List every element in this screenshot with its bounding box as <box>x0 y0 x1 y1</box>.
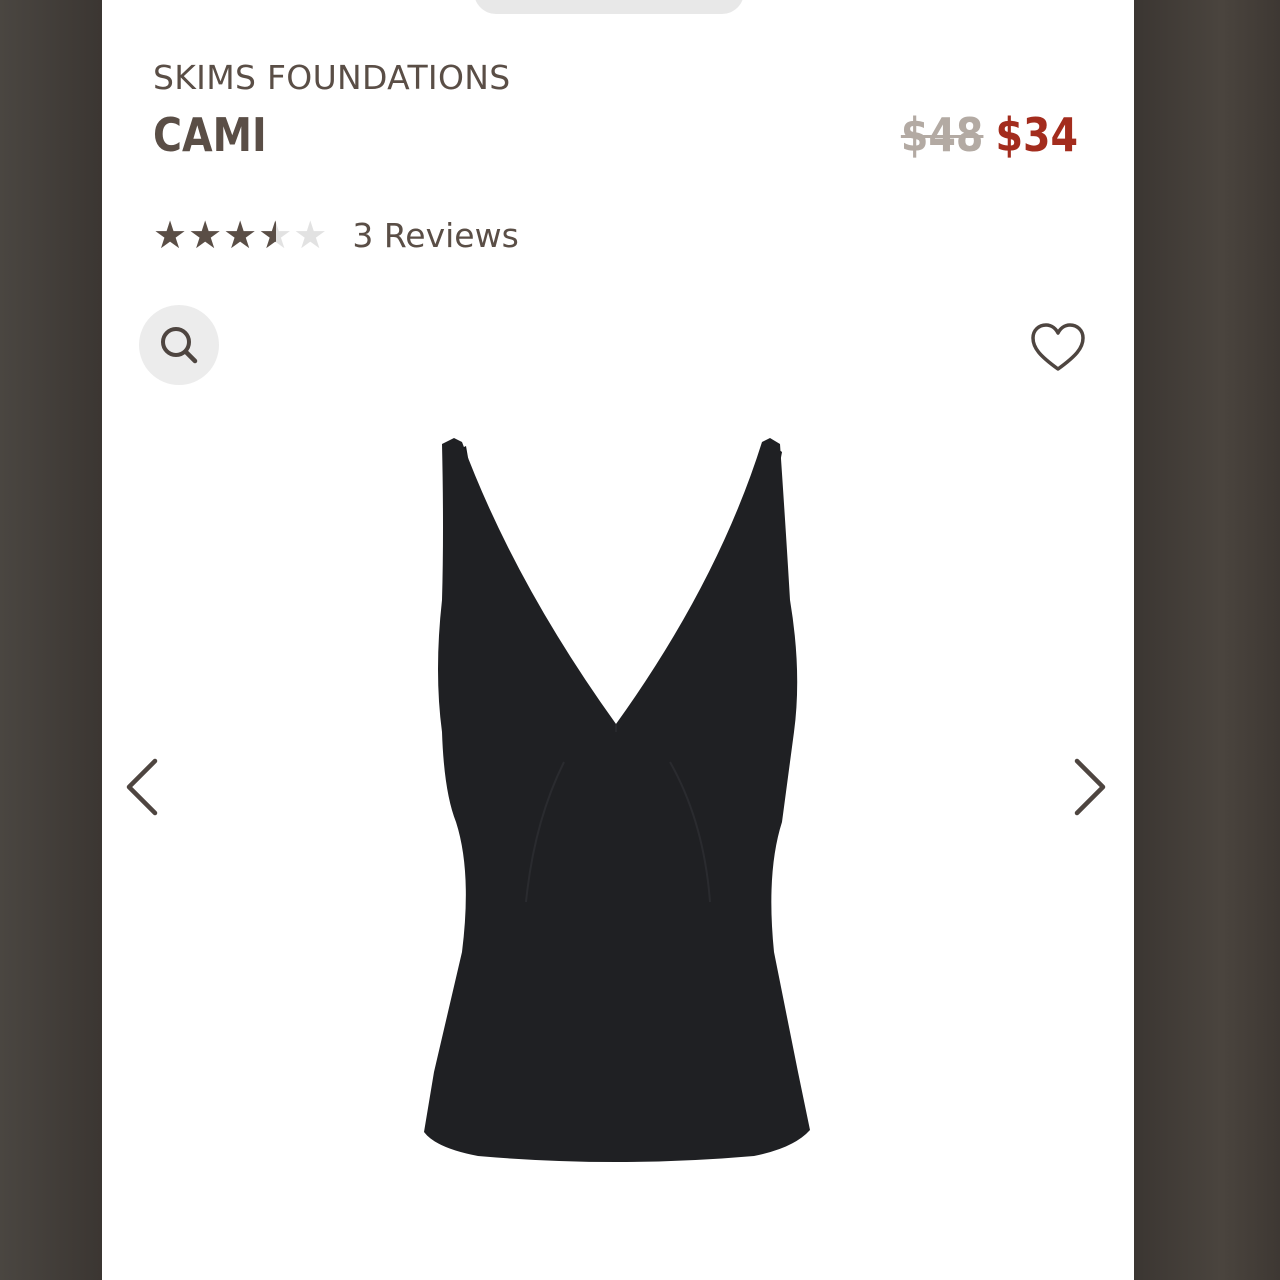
product-card: SKIMS FOUNDATIONS CAMI $48$34 ★★★★★ ★★★★… <box>102 0 1134 1280</box>
top-handle <box>474 0 744 14</box>
brand-name: SKIMS FOUNDATIONS <box>153 58 511 97</box>
rating-row[interactable]: ★★★★★ ★★★★★ 3 Reviews <box>153 212 519 258</box>
search-icon <box>161 327 198 364</box>
price-block: $48 $34 <box>901 108 1078 162</box>
zoom-button[interactable] <box>139 305 219 385</box>
next-image-button[interactable] <box>1064 755 1114 819</box>
reviews-link[interactable]: 3 Reviews <box>352 216 518 255</box>
heart-icon <box>1031 323 1085 371</box>
product-title: CAMI <box>153 108 267 162</box>
product-image <box>424 438 810 1162</box>
backdrop-right <box>1134 0 1280 1280</box>
chevron-right-icon <box>1074 758 1106 816</box>
previous-image-button[interactable] <box>118 755 168 819</box>
backdrop-left <box>0 0 102 1280</box>
original-price: $48 <box>900 108 984 162</box>
chevron-left-icon <box>126 758 158 816</box>
stars-filled: ★★★★★ <box>153 216 276 254</box>
favorite-button[interactable] <box>1028 322 1088 376</box>
sale-price: $34 <box>995 108 1078 162</box>
star-rating: ★★★★★ ★★★★★ <box>153 216 328 254</box>
